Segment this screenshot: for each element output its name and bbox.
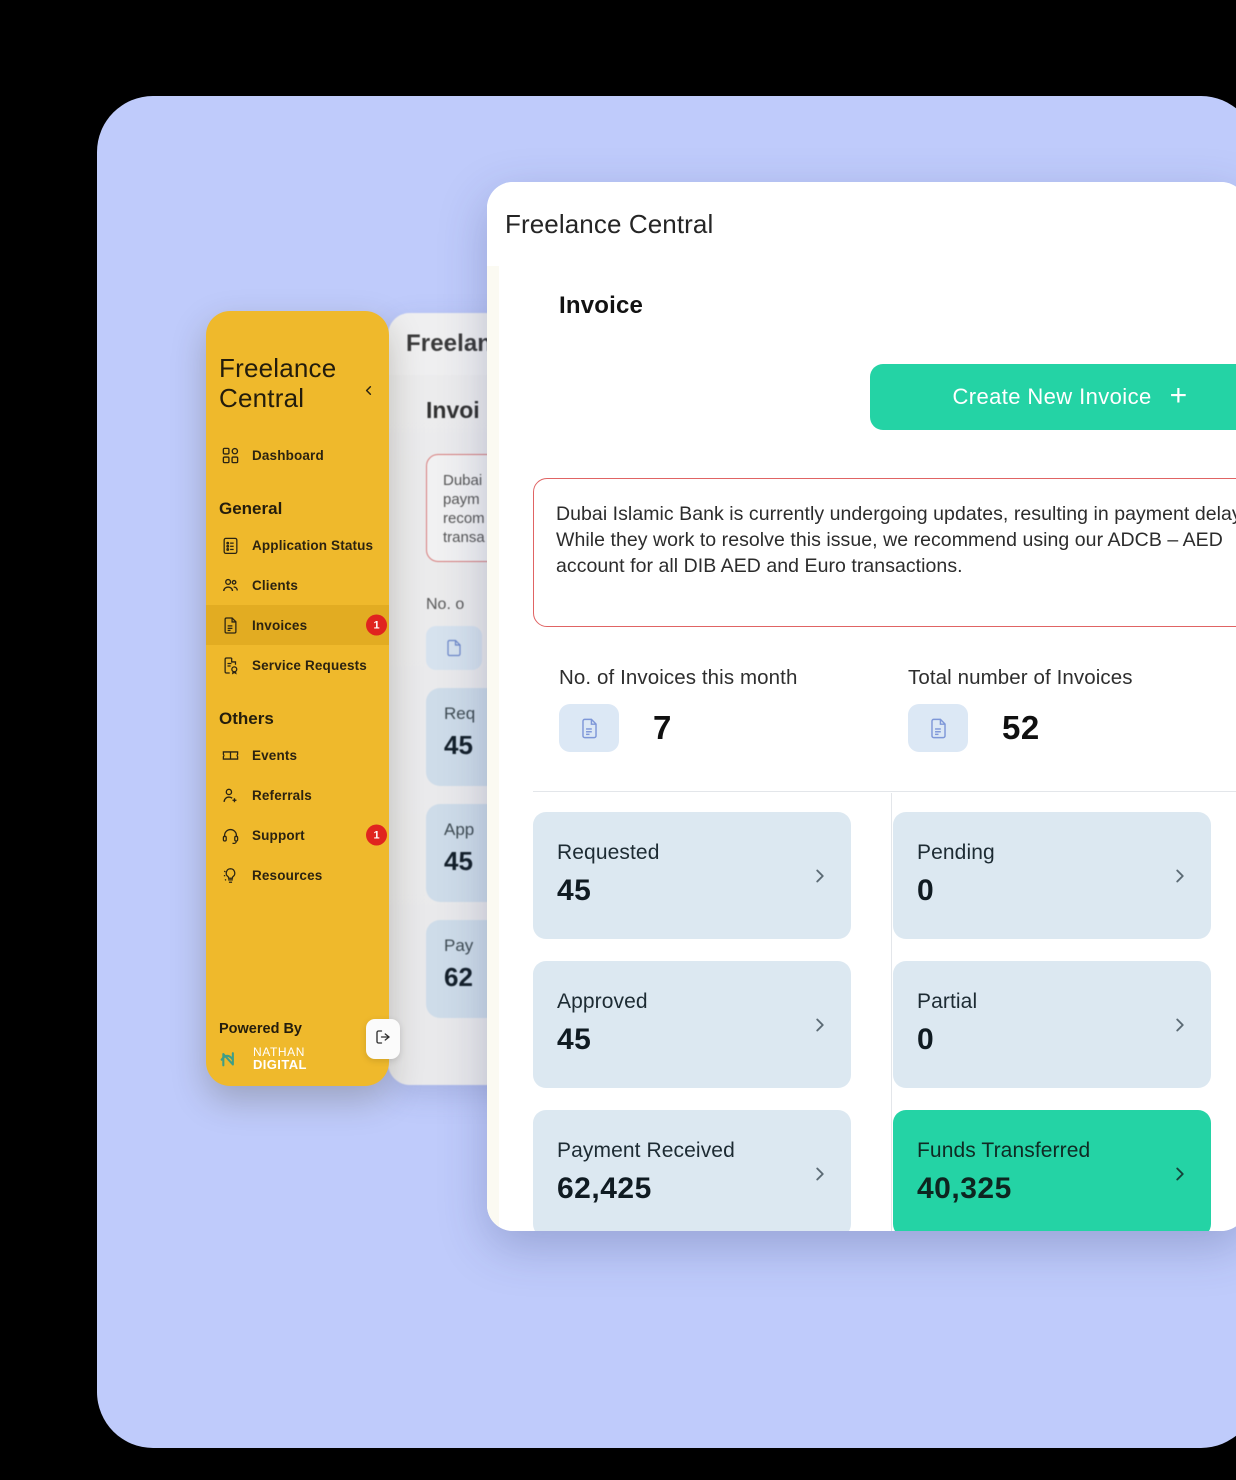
powered-by-brand: NATHAN DIGITAL [253,1046,307,1072]
status-badge: 1 [366,614,387,636]
tile-approved[interactable]: Approved 45 [533,961,851,1088]
status-badge: 1 [366,824,387,846]
users-icon [221,576,240,595]
tile-payment-received[interactable]: Payment Received 62,425 [533,1110,851,1231]
grid-dashboard-icon [221,446,240,465]
chevron-right-icon [809,1163,831,1185]
clipboard-list-icon [221,536,240,555]
sidebar-item-label: Support [252,827,305,843]
sidebar-item-label: Events [252,747,298,763]
stat-label: No. of Invoices this month [559,666,798,689]
sidebar-item-service-requests[interactable]: Service Requests [206,645,389,685]
page-title: Freelance Central [505,208,714,239]
tile-value: 62,425 [557,1172,652,1205]
invoice-card: Freelance Central Invoice Create New Inv… [487,182,1236,1231]
tile-requested[interactable]: Requested 45 [533,812,851,939]
tile-label: Pending [917,841,995,864]
tile-pending[interactable]: Pending 0 [893,812,1211,939]
create-new-invoice-button[interactable]: Create New Invoice + [870,364,1236,430]
stat-total-invoices: Total number of Invoices 52 [882,666,1231,752]
tile-value: 45 [557,874,592,907]
stat-label: Total number of Invoices [908,666,1133,689]
document-icon [559,704,619,752]
document-icon [221,616,240,635]
tile-label: Payment Received [557,1139,735,1162]
sidebar-item-label: Dashboard [252,447,324,463]
sidebar-item-support[interactable]: Support 1 [206,815,389,855]
sidebar-item-label: Service Requests [252,657,367,673]
section-title: Invoice [559,292,644,319]
chevron-left-icon[interactable] [357,379,379,401]
sidebar-section-others: Others [219,709,274,728]
create-new-invoice-label: Create New Invoice [952,384,1152,409]
sidebar-item-dashboard[interactable]: Dashboard [206,435,389,475]
sidebar-item-label: Application Status [252,537,374,553]
summary-stats-row: No. of Invoices this month 7 Total numbe… [533,666,1236,752]
sidebar-section-general: General [219,499,283,518]
stat-value-row: 52 [908,704,1231,752]
user-plus-icon [221,786,240,805]
invoice-status-tiles: Requested 45 Pending 0 Approved 45 Parti… [533,812,1236,1231]
ghost-document-icon [426,626,482,670]
tile-value: 0 [917,874,935,907]
stat-value: 7 [653,709,672,746]
powered-by: Powered By NATHAN DIGITAL [219,1021,379,1072]
powered-by-brand-line2: DIGITAL [253,1057,307,1072]
logout-icon [374,1028,392,1051]
screenshot-stage: Freelanc Invoi Dubai paym recom transa N… [0,0,1236,1480]
stat-value-row: 7 [559,704,882,752]
sidebar-item-application-status[interactable]: Application Status [206,525,389,565]
tile-label: Requested [557,841,660,864]
chevron-right-icon [809,865,831,887]
document-icon [908,704,968,752]
section-header-row: Invoice [499,266,1236,320]
powered-by-label: Powered By [219,1021,302,1037]
tile-label: Approved [557,990,648,1013]
stat-invoices-this-month: No. of Invoices this month 7 [533,666,882,752]
chevron-right-icon [809,1014,831,1036]
logout-button[interactable] [366,1019,400,1059]
sidebar-item-events[interactable]: Events [206,735,389,775]
powered-by-logo: NATHAN DIGITAL [219,1046,379,1072]
tile-label: Partial [917,990,978,1013]
sidebar-item-clients[interactable]: Clients [206,565,389,605]
chevron-right-icon [1169,1163,1191,1185]
sidebar-item-label: Referrals [252,787,312,803]
alert-message: Dubai Islamic Bank is currently undergoi… [556,503,1236,577]
tile-value: 45 [557,1023,592,1056]
horizontal-divider [533,791,1236,792]
sidebar-item-label: Invoices [252,617,308,633]
lightbulb-icon [221,866,240,885]
nathan-digital-mark-icon [219,1048,245,1070]
alert-banner: Dubai Islamic Bank is currently undergoi… [533,478,1236,627]
card-header: Freelance Central [487,182,1236,266]
tile-label: Funds Transferred [917,1139,1091,1162]
sidebar-item-referrals[interactable]: Referrals [206,775,389,815]
stat-value: 52 [1002,709,1040,746]
tile-partial[interactable]: Partial 0 [893,961,1211,1088]
sidebar-brand: Freelance Central [219,353,337,413]
sidebar-item-label: Clients [252,577,299,593]
ticket-icon [221,746,240,765]
headset-icon [221,826,240,845]
sidebar-item-label: Resources [252,867,323,883]
chevron-right-icon [1169,865,1191,887]
plus-icon: + [1169,378,1188,412]
tile-value: 0 [917,1023,935,1056]
sidebar-item-invoices[interactable]: Invoices 1 [206,605,389,645]
sidebar-item-resources[interactable]: Resources [206,855,389,895]
document-badge-icon [221,656,240,675]
card-left-strip [487,266,499,1231]
sidebar: Freelance Central Dashboard General Appl… [206,311,389,1086]
card-body: Invoice Create New Invoice + Dubai Islam… [487,266,1236,1231]
tile-funds-transferred[interactable]: Funds Transferred 40,325 [893,1110,1211,1231]
chevron-right-icon [1169,1014,1191,1036]
tile-value: 40,325 [917,1172,1012,1205]
